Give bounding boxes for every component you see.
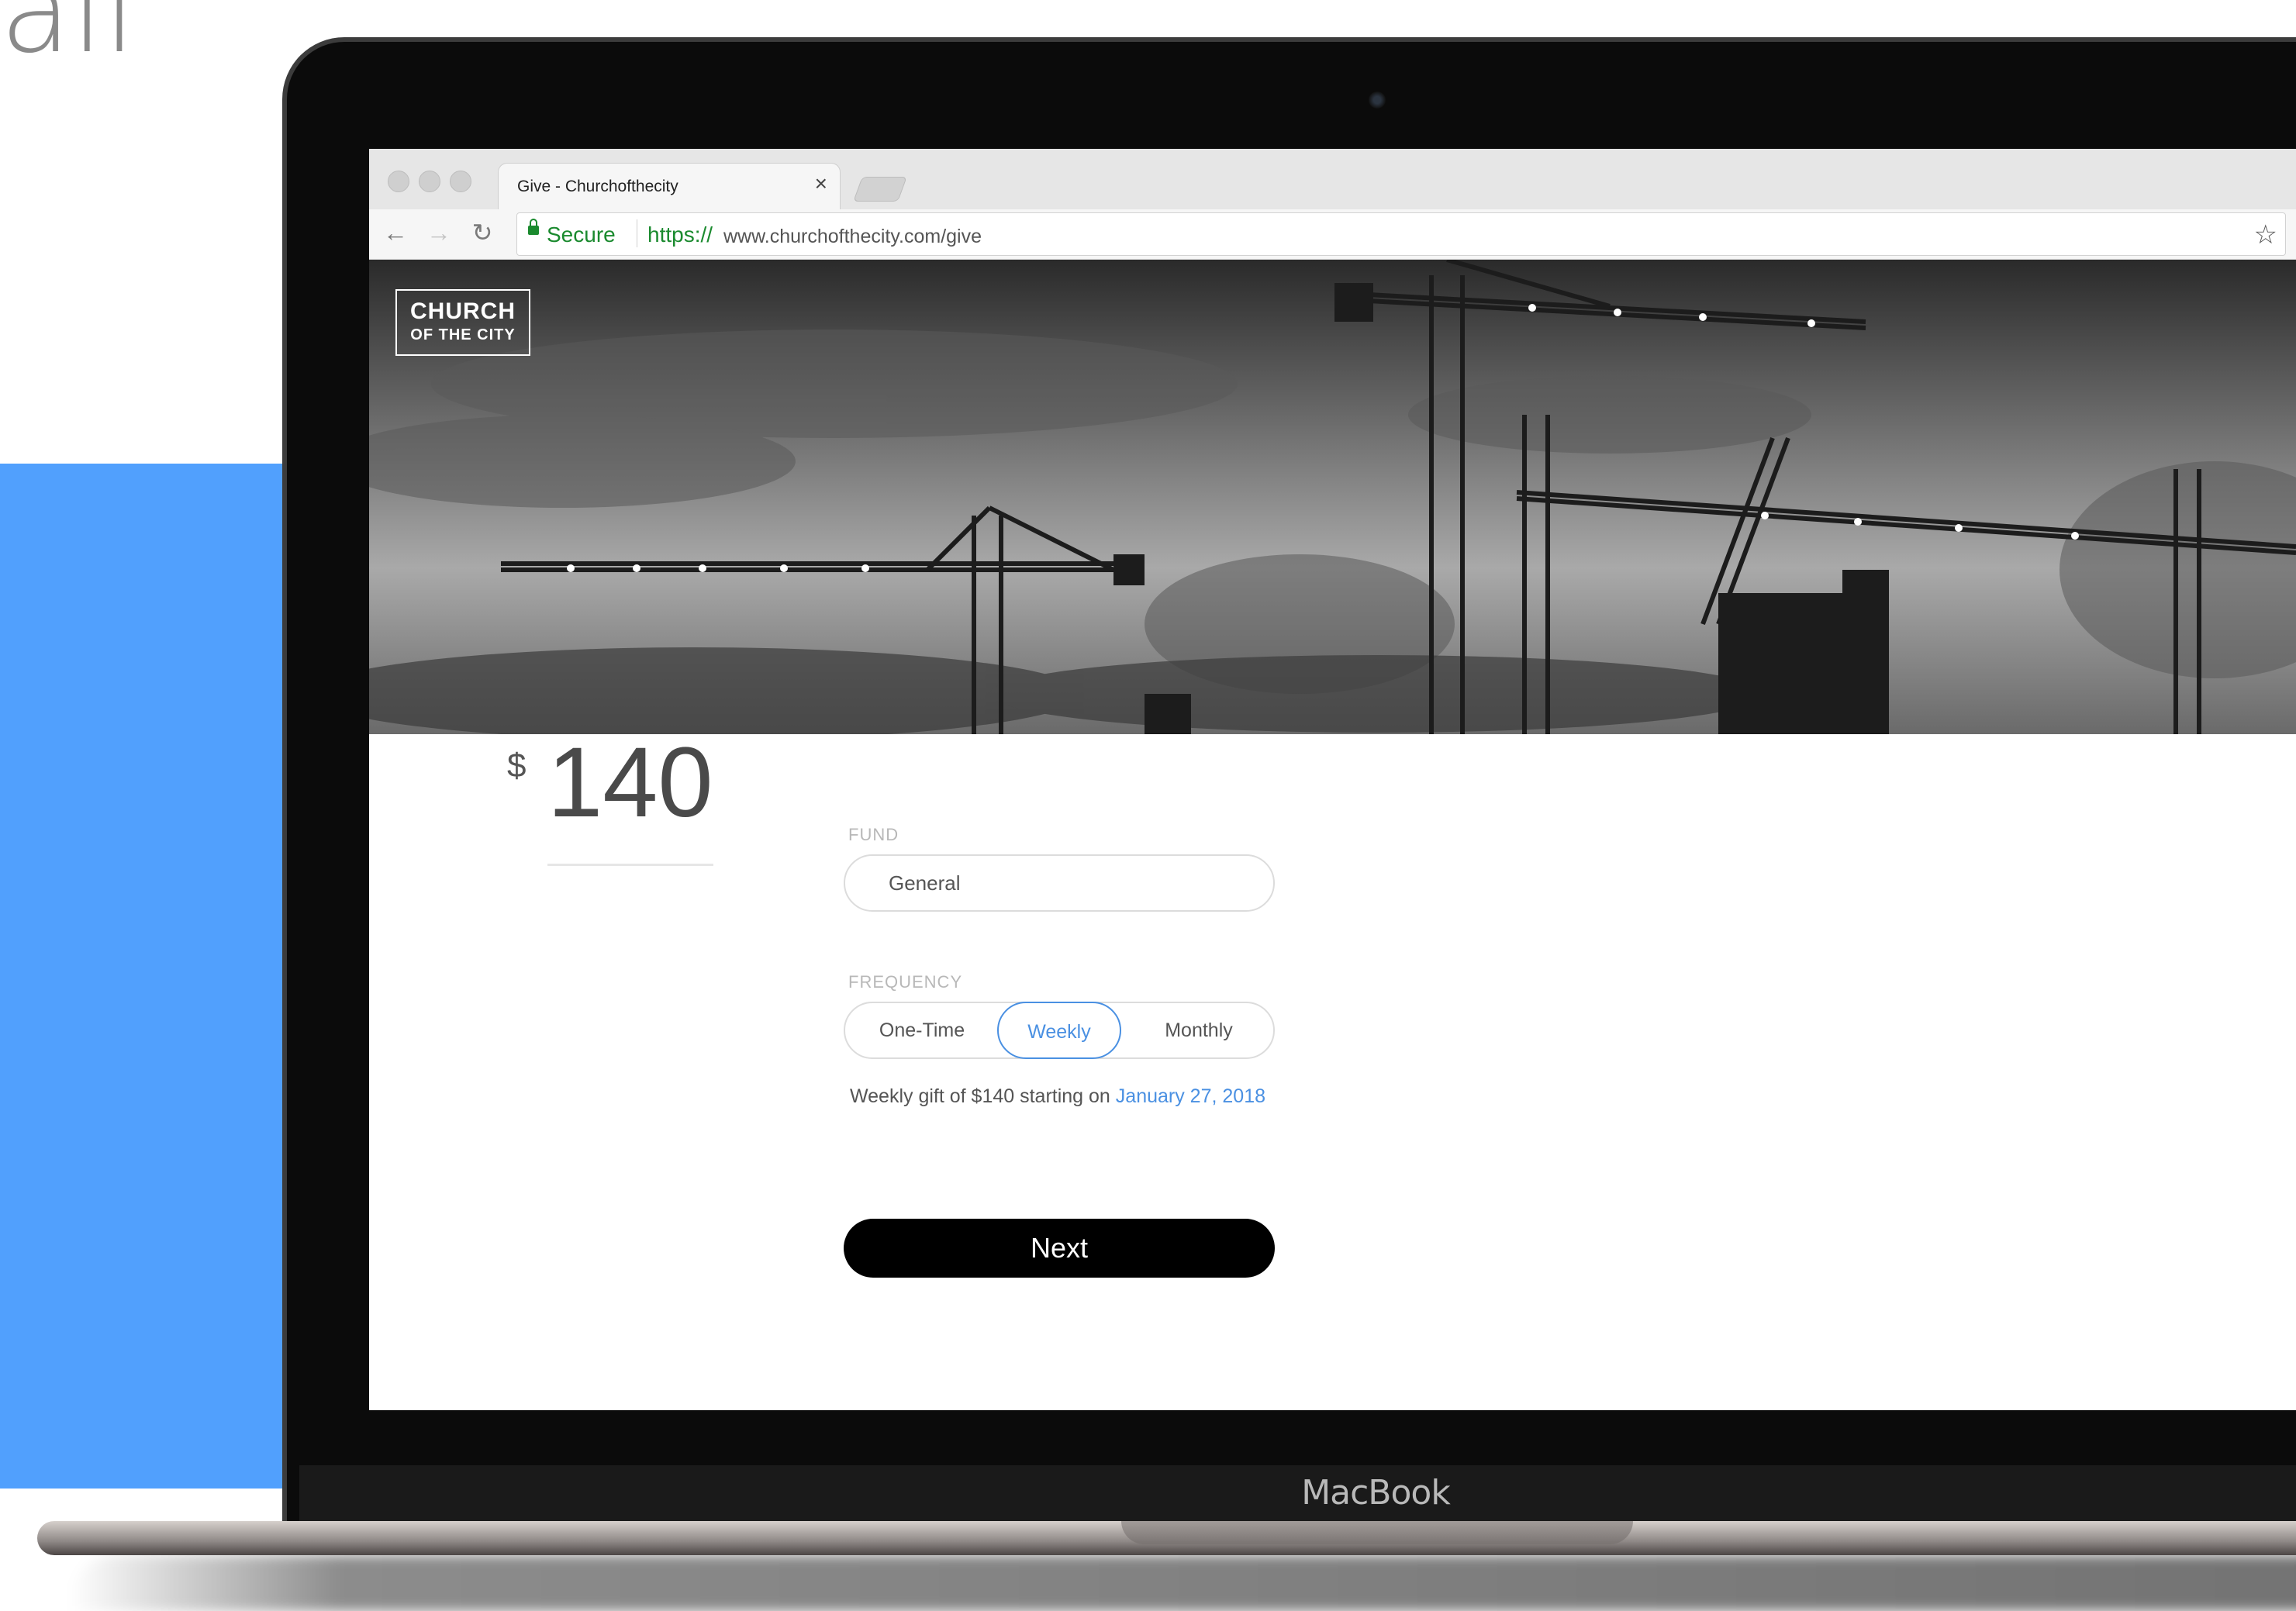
next-button[interactable]: Next [844, 1219, 1275, 1278]
back-arrow-icon[interactable]: ← [380, 217, 411, 248]
laptop-hinge-notch [1121, 1521, 1633, 1544]
close-window-icon[interactable] [388, 171, 409, 192]
browser-toolbar: ← → ↻ Secure https:// www.churchofthecit… [369, 209, 2296, 260]
frequency-label: FREQUENCY [848, 972, 963, 992]
frequency-segmented-control: One-Time Weekly Monthly [844, 1002, 1275, 1059]
amount-underline [547, 864, 713, 866]
reload-icon[interactable]: ↻ [467, 217, 498, 248]
laptop-shadow [70, 1555, 2296, 1611]
fund-select[interactable]: General [844, 854, 1275, 912]
address-bar[interactable]: Secure https:// www.churchofthecity.com/… [516, 212, 2286, 256]
frequency-option-one-time[interactable]: One-Time [845, 1002, 999, 1059]
tab-bar: Give - Churchofthecity × [369, 149, 2296, 210]
hero-banner-image: CHURCH OF THE CITY [369, 260, 2296, 734]
gift-summary: Weekly gift of $140 starting on January … [850, 1085, 1265, 1108]
lock-icon [528, 219, 539, 235]
minimize-window-icon[interactable] [419, 171, 440, 192]
close-tab-icon[interactable]: × [815, 173, 827, 195]
logo-line-1: CHURCH [410, 298, 516, 324]
forward-arrow-icon[interactable]: → [423, 217, 454, 248]
tab-title: Give - Churchofthecity [517, 178, 678, 195]
new-tab-button[interactable] [853, 177, 907, 202]
logo-line-2: OF THE CITY [410, 326, 516, 343]
church-logo[interactable]: CHURCH OF THE CITY [395, 289, 530, 356]
secure-label: Secure [547, 223, 616, 247]
blue-accent-panel [0, 464, 295, 1489]
page-heading-fragment: all [0, 0, 136, 79]
gift-summary-text: Weekly gift of $140 starting on [850, 1085, 1110, 1107]
fund-selected-value: General [889, 871, 961, 895]
amount-input[interactable]: 140 [547, 733, 713, 833]
construction-cranes-illustration [369, 260, 2296, 734]
bookmark-star-icon[interactable]: ☆ [2254, 219, 2277, 250]
url-scheme: https:// [647, 223, 713, 247]
browser-tab[interactable]: Give - Churchofthecity × [498, 163, 841, 210]
start-date-link[interactable]: January 27, 2018 [1116, 1085, 1265, 1107]
frequency-option-monthly[interactable]: Monthly [1121, 1002, 1276, 1059]
url-text: www.churchofthecity.com/give [723, 226, 982, 247]
fund-label: FUND [848, 825, 899, 844]
currency-symbol: $ [507, 747, 527, 785]
device-brand-label: MacBook [1301, 1473, 1451, 1513]
maximize-window-icon[interactable] [450, 171, 471, 192]
frequency-option-weekly[interactable]: Weekly [997, 1002, 1121, 1059]
camera-icon [1369, 91, 1386, 109]
